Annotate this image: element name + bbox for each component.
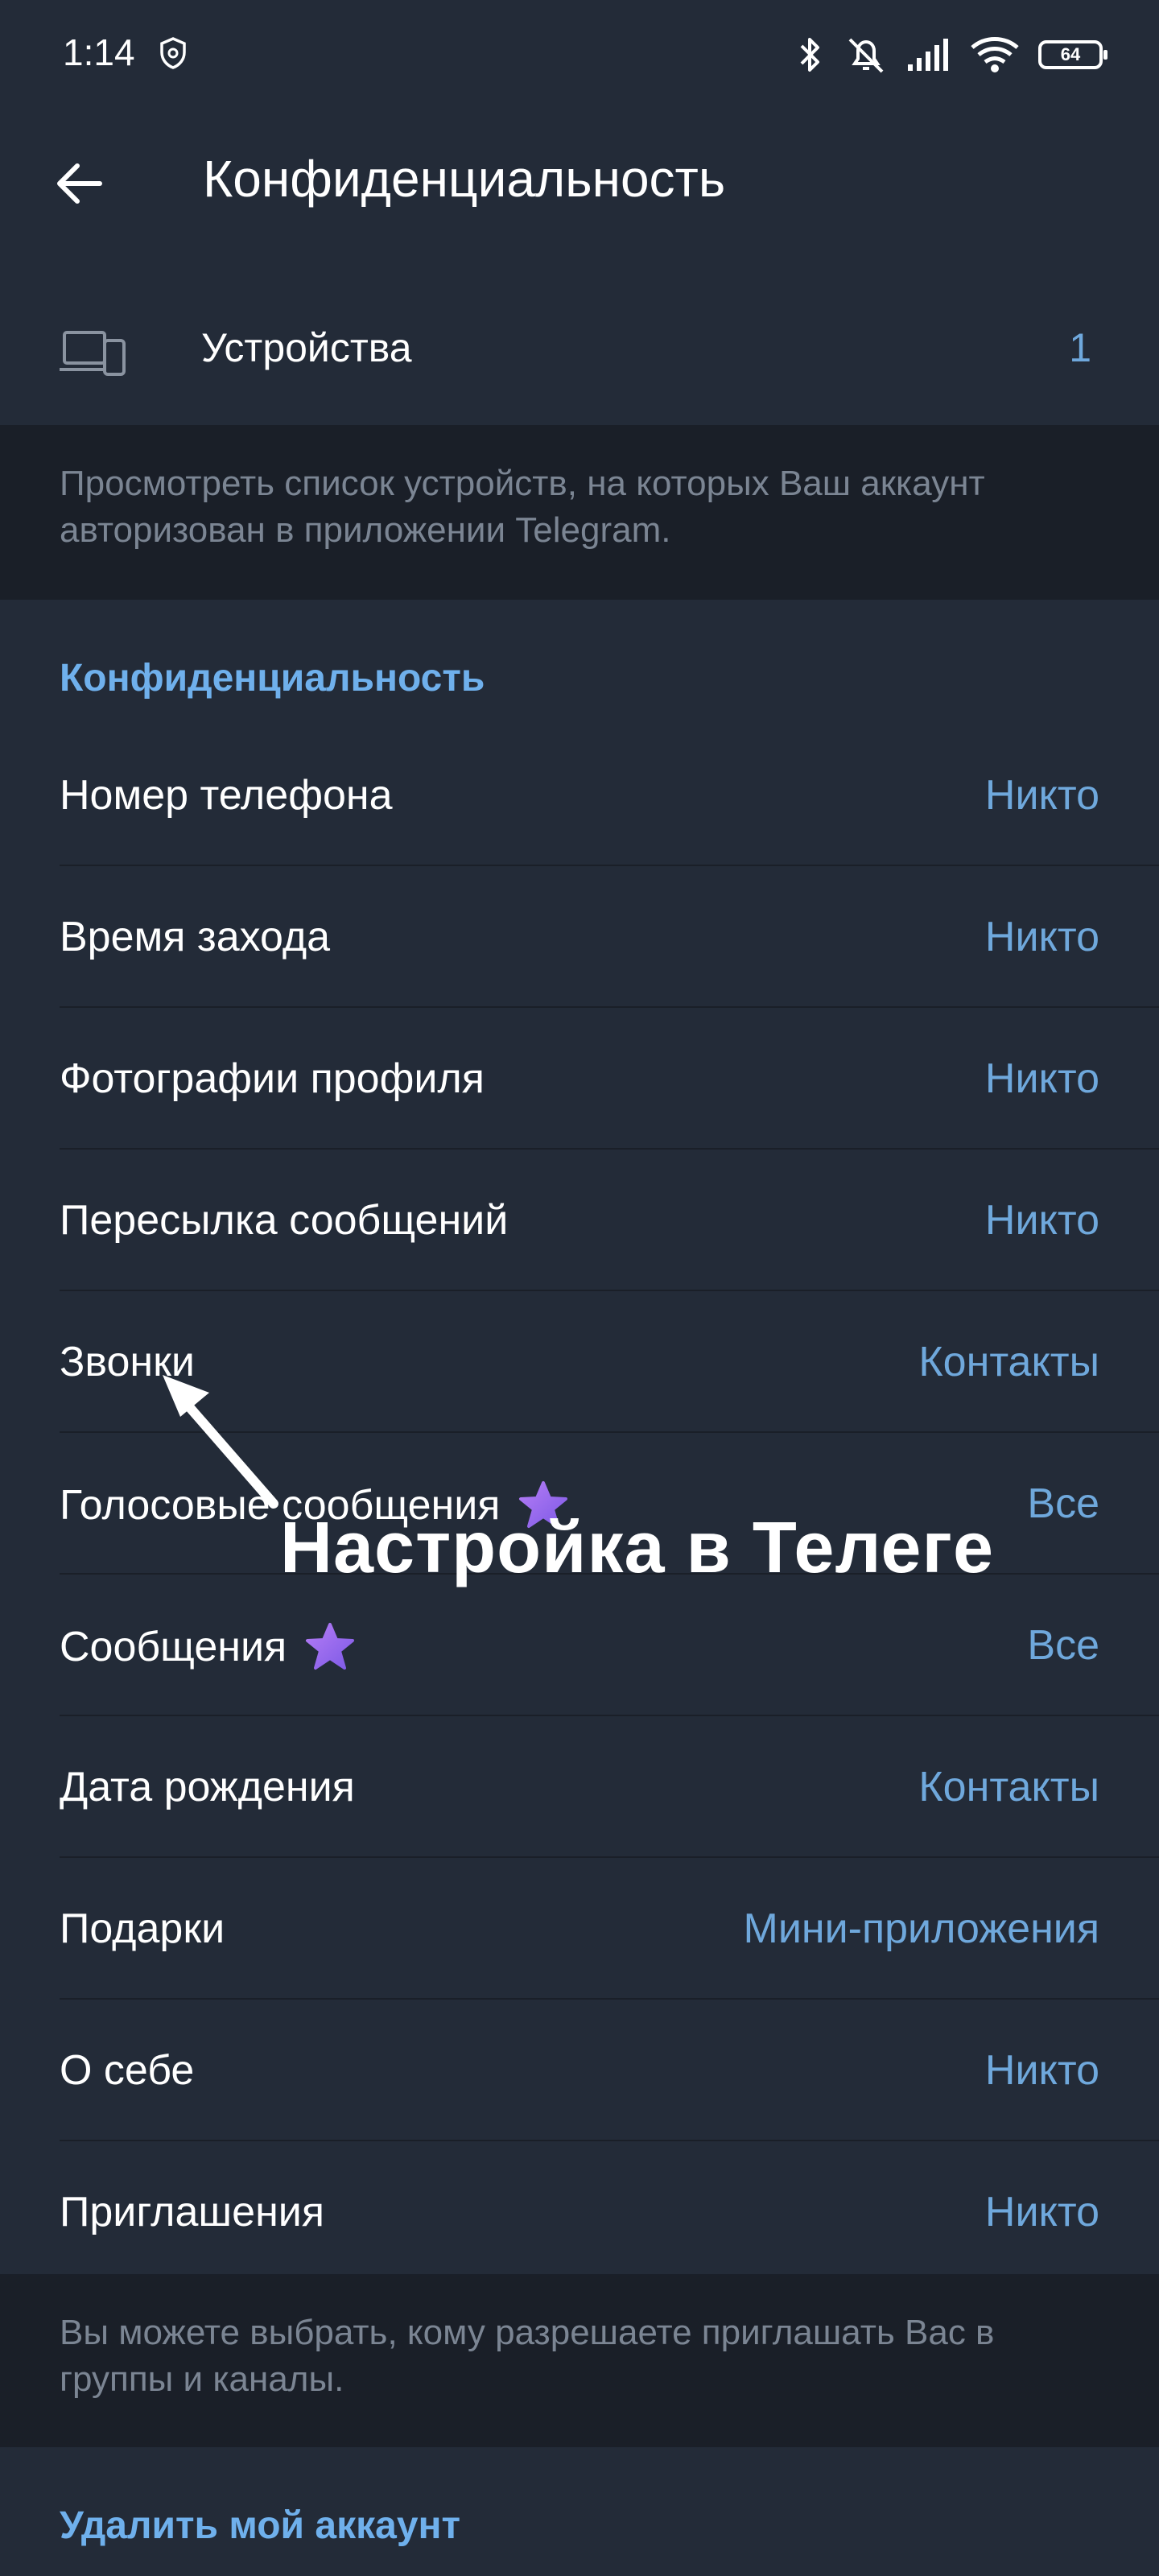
privacy-row-bio[interactable]: О себе Никто (0, 2000, 1159, 2141)
row-label: Время захода (60, 914, 331, 960)
premium-star-icon (306, 1623, 355, 1670)
row-label: Сообщения (60, 1624, 287, 1670)
status-time: 1:14 (63, 31, 135, 73)
invites-info-text: Вы можете выбрать, кому разрешаете пригл… (60, 2313, 995, 2399)
privacy-row-gifts[interactable]: Подарки Мини-приложения (0, 1858, 1159, 2000)
mute-icon (848, 38, 884, 73)
wifi-icon (971, 37, 1019, 72)
privacy-row-messages[interactable]: Сообщения Все (0, 1575, 1159, 1716)
status-icons: 64 (794, 32, 1107, 77)
section-divider (0, 254, 1159, 284)
row-label: Пересылка сообщений (60, 1197, 509, 1244)
privacy-row-forwards[interactable]: Пересылка сообщений Никто (0, 1150, 1159, 1291)
row-label: Фотографии профиля (60, 1055, 485, 1102)
row-value: Мини-приложения (743, 1905, 1099, 1952)
privacy-section-header: Конфиденциальность (60, 657, 485, 700)
status-bar: 1:14 64 (0, 0, 1159, 113)
annotation-caption: Настройка в Телеге (280, 1508, 995, 1588)
bluetooth-icon (800, 38, 819, 72)
row-value: Все (1027, 1622, 1099, 1669)
devices-row[interactable]: Устройства 1 (0, 283, 1159, 425)
row-label: Номер телефона (60, 772, 393, 819)
row-value: Никто (984, 1055, 1099, 1102)
devices-label: Устройства (201, 325, 412, 370)
annotation-arrow-icon (163, 1375, 278, 1509)
row-value: Контакты (918, 1764, 1099, 1810)
app-bar: Конфиденциальность (0, 113, 1159, 254)
row-value: Никто (984, 2189, 1099, 2235)
invites-info-block: Вы можете выбрать, кому разрешаете пригл… (0, 2274, 1159, 2447)
row-value: Никто (984, 914, 1099, 960)
shield-icon (160, 37, 186, 69)
row-label: Приглашения (60, 2189, 324, 2235)
privacy-row-last-seen[interactable]: Время захода Никто (0, 866, 1159, 1008)
row-label: Дата рождения (60, 1764, 355, 1810)
row-label: О себе (60, 2047, 195, 2094)
delete-account-button[interactable]: Удалить мой аккаунт (60, 2504, 460, 2548)
row-value: Никто (984, 1197, 1099, 1244)
row-value: Никто (984, 772, 1099, 819)
row-label: Подарки (60, 1905, 225, 1952)
privacy-row-profile-photos[interactable]: Фотографии профиля Никто (0, 1008, 1159, 1150)
page-title: Конфиденциальность (203, 150, 726, 208)
signal-icon (908, 39, 948, 71)
row-value: Контакты (918, 1339, 1099, 1385)
arrow-left-icon (57, 163, 102, 204)
devices-count: 1 (1069, 325, 1091, 370)
back-button[interactable] (40, 145, 118, 222)
privacy-row-phone[interactable]: Номер телефона Никто (0, 724, 1159, 866)
privacy-row-invites[interactable]: Приглашения Никто (0, 2141, 1159, 2283)
row-label-wrap: Сообщения (60, 1621, 356, 1673)
devices-info-block: Просмотреть список устройств, на которых… (0, 425, 1159, 600)
row-value: Никто (984, 2047, 1099, 2094)
devices-icon (60, 331, 126, 376)
delete-account-section: Удалить мой аккаунт (0, 2447, 1159, 2576)
devices-info-text: Просмотреть список устройств, на которых… (60, 464, 985, 550)
battery-icon: 64 (1038, 40, 1107, 69)
row-value: Все (1027, 1480, 1099, 1527)
privacy-row-birthday[interactable]: Дата рождения Контакты (0, 1716, 1159, 1858)
battery-level: 64 (1060, 44, 1081, 64)
